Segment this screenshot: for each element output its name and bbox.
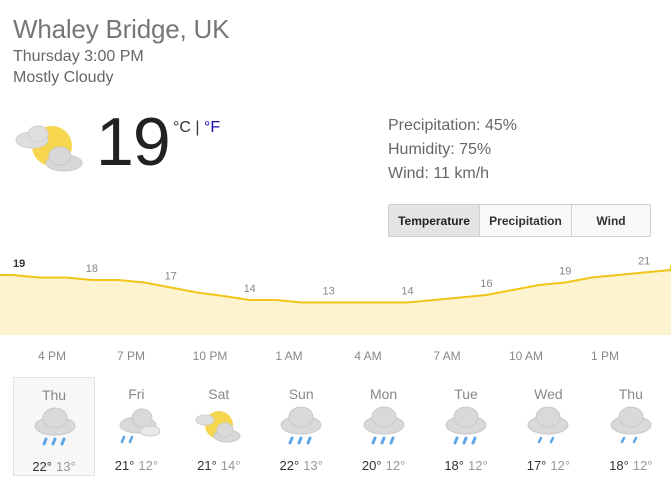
day-low: 12° — [138, 458, 159, 473]
unit-separator: | — [190, 119, 204, 136]
day-low: 12° — [385, 458, 406, 473]
cloud-rain-light-icon — [119, 408, 161, 444]
rain-icon — [445, 406, 487, 445]
day-forecast-thu[interactable]: Thu 18° 12° — [590, 377, 671, 476]
temperature-point-label: 14 — [401, 286, 413, 298]
day-temps: 21° 12° — [95, 458, 177, 473]
temperature-chart: 19 18 17 14 13 14 16 19 21 — [0, 256, 671, 335]
day-forecast-sun[interactable]: Sun 22° 13° — [260, 377, 342, 476]
celsius-unit[interactable]: °C — [173, 119, 191, 136]
day-forecast-mon[interactable]: Mon 20° 12° — [343, 377, 425, 476]
day-high: 17° — [526, 458, 547, 473]
day-name: Sat — [208, 386, 230, 402]
day-temps: 22° 13° — [260, 458, 342, 473]
hour-tick-label: 7 PM — [116, 349, 146, 363]
day-forecast-thu[interactable]: Thu 22° 13° — [13, 377, 95, 476]
day-name: Wed — [534, 386, 563, 402]
temperature-point-label: 18 — [86, 263, 98, 275]
day-low: 12° — [550, 458, 571, 473]
day-forecast-wed[interactable]: Wed 17° 12° — [507, 377, 589, 476]
partly-cloudy-icon — [15, 125, 83, 172]
temperature-point-label: 21 — [638, 256, 650, 268]
day-high: 20° — [361, 458, 382, 473]
day-temps: 18° 12° — [425, 458, 507, 473]
day-high: 22° — [279, 458, 300, 473]
day-name: Tue — [454, 386, 478, 402]
hour-tick-label: 10 AM — [508, 349, 544, 363]
wind-detail: Wind: 11 km/h — [388, 165, 490, 182]
tab-wind[interactable]: Wind — [572, 205, 650, 236]
day-temps: 21° 14° — [178, 458, 260, 473]
location-title: Whaley Bridge, UK — [13, 14, 230, 44]
day-name: Mon — [369, 386, 398, 402]
current-temperature: 19 — [96, 104, 171, 180]
day-low: 13° — [303, 458, 323, 473]
hour-tick-label: 7 AM — [433, 349, 461, 363]
rain-icon — [34, 407, 76, 446]
day-low: 14° — [220, 458, 241, 473]
temperature-point-label: 13 — [322, 286, 334, 298]
day-temps: 22° 13° — [14, 459, 94, 474]
partly-cloudy-icon — [195, 411, 241, 443]
day-name: Fri — [128, 386, 145, 402]
temperature-point-label: 19 — [13, 258, 25, 270]
day-name: Thu — [618, 386, 643, 402]
fahrenheit-unit-link[interactable]: °F — [204, 119, 220, 136]
hour-tick-label: 1 PM — [590, 349, 620, 363]
tab-temperature[interactable]: Temperature — [389, 205, 480, 236]
temperature-point-label: 14 — [244, 283, 256, 295]
day-temps: 18° 12° — [590, 458, 671, 473]
day-high: 18° — [609, 458, 629, 473]
temperature-point-label: 17 — [165, 271, 177, 283]
day-high: 21° — [197, 458, 217, 473]
hour-tick-label: 4 PM — [37, 349, 67, 363]
rain-icon — [280, 406, 322, 445]
chart-tab-bar: Temperature Precipitation Wind — [388, 204, 651, 237]
day-low: 13° — [56, 459, 76, 474]
day-name: Sun — [288, 386, 314, 402]
precipitation-detail: Precipitation: 45% — [388, 117, 517, 134]
temperature-point-label: 19 — [559, 266, 571, 278]
day-temps: 17° 12° — [507, 458, 589, 473]
temperature-point-label: 16 — [480, 278, 492, 290]
day-forecast-tue[interactable]: Tue 18° 12° — [425, 377, 507, 476]
condition: Mostly Cloudy — [13, 69, 114, 86]
unit-toggle: °C | °F — [173, 119, 220, 137]
day-forecast-fri[interactable]: Fri 21° 12° — [95, 377, 177, 476]
tab-precipitation[interactable]: Precipitation — [480, 205, 572, 236]
humidity-detail: Humidity: 75% — [388, 141, 492, 158]
day-forecast-sat[interactable]: Sat 21° 14° — [178, 377, 260, 476]
day-low: 12° — [468, 458, 488, 473]
showers-icon — [610, 406, 652, 444]
datetime: Thursday 3:00 PM — [13, 48, 144, 65]
hour-tick-label: 1 AM — [275, 349, 303, 363]
day-name: Thu — [41, 387, 67, 403]
hour-tick-label: 4 AM — [354, 349, 382, 363]
rain-icon — [363, 406, 405, 445]
day-high: 18° — [444, 458, 464, 473]
day-low: 12° — [632, 458, 653, 473]
showers-icon — [527, 406, 569, 444]
day-high: 22° — [32, 459, 52, 474]
day-temps: 20° 12° — [343, 458, 425, 473]
day-high: 21° — [114, 458, 135, 473]
hour-tick-label: 10 PM — [192, 349, 228, 363]
